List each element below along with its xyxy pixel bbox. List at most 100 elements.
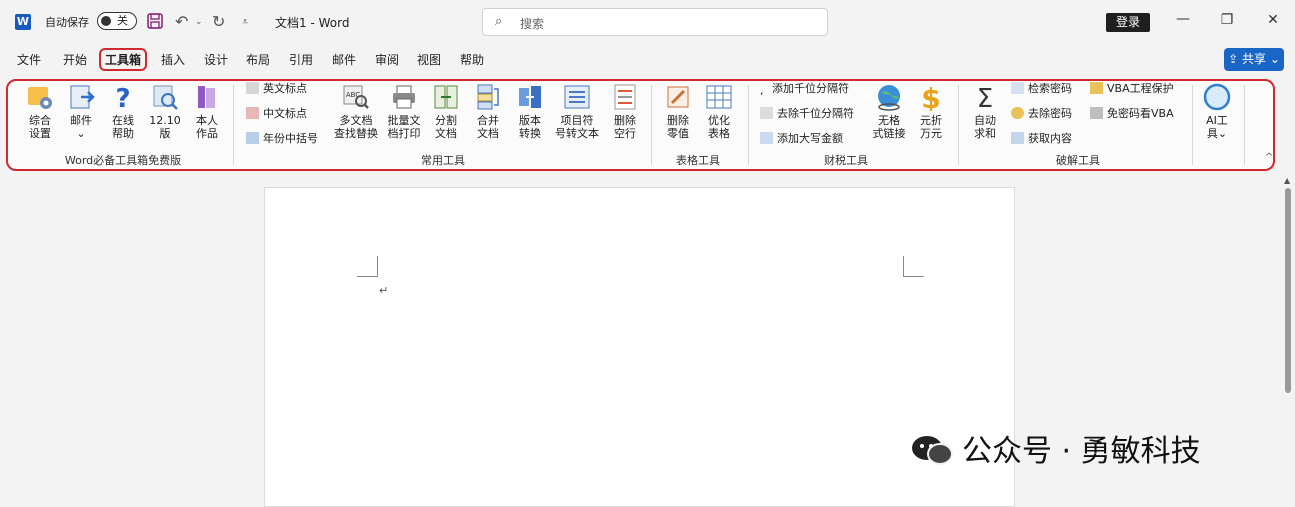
share-label: 共享 — [1241, 52, 1266, 66]
tab-references[interactable]: 引用 — [289, 51, 313, 68]
delete-zero-values-button[interactable]: 删除 零值 — [661, 83, 695, 140]
btn-label: 档打印 — [387, 127, 421, 140]
toggle-knob — [101, 16, 111, 26]
restore-icon[interactable]: ❐ — [1217, 12, 1237, 28]
split-icon — [434, 85, 458, 109]
small-btn-label: 添加千位分隔符 — [772, 82, 849, 95]
watermark-text: 公众号 · 勇敏科技 — [962, 434, 1201, 469]
tab-insert[interactable]: 插入 — [161, 51, 185, 68]
multi-doc-find-replace-button[interactable]: ABC 多文档 查找替换 — [331, 83, 381, 140]
tab-mailings[interactable]: 邮件 — [332, 51, 356, 68]
btn-label: 查找替换 — [334, 127, 378, 140]
btn-label: AI工 — [1206, 114, 1228, 127]
tab-design[interactable]: 设计 — [204, 51, 228, 68]
general-settings-button[interactable]: 综合 设置 — [22, 83, 58, 140]
search-password-button[interactable]: 检索密码 — [1011, 81, 1072, 97]
globe-icon — [878, 85, 900, 111]
btn-label: 号转文本 — [555, 127, 599, 140]
search-box[interactable]: ⌕ 搜索 — [482, 8, 828, 36]
document-page[interactable]: ↵ — [264, 187, 1015, 507]
btn-label: 帮助 — [112, 127, 134, 140]
search-icon: ⌕ — [495, 14, 503, 29]
sigma-icon: Σ — [977, 84, 993, 111]
ribbon-toolbox: 综合 设置 邮件 ⌄ ? 在线 帮助 12.10 版 本人 作品 Word必备工 — [6, 79, 1275, 171]
tab-view[interactable]: 视图 — [417, 51, 441, 68]
mail-button[interactable]: 邮件 ⌄ — [64, 83, 98, 140]
comma-icon: , — [760, 84, 764, 97]
crop-mark-left — [357, 256, 378, 277]
group-divider — [958, 85, 959, 165]
add-thousands-separator-button[interactable]: , 添加千位分隔符 — [760, 81, 849, 97]
login-button[interactable]: 登录 — [1106, 13, 1150, 32]
version-convert-button[interactable]: 版本 转换 — [513, 83, 547, 140]
view-vba-without-password-button[interactable]: 免密码看VBA — [1090, 106, 1174, 122]
undo-icon[interactable]: ↶ — [175, 12, 188, 31]
auto-sum-button[interactable]: Σ 自动 求和 — [968, 83, 1002, 140]
autosave-label: 自动保存 — [45, 16, 89, 29]
btn-label: 综合 — [29, 114, 51, 127]
btn-label: 文档 — [477, 127, 499, 140]
btn-label: 版本 — [519, 114, 541, 127]
tab-layout[interactable]: 布局 — [246, 51, 270, 68]
version-button[interactable]: 12.10 版 — [146, 83, 184, 140]
btn-label: 无格 — [878, 114, 900, 127]
mail-icon — [70, 85, 95, 109]
autosave-toggle[interactable]: 关 — [97, 12, 137, 30]
scroll-up-icon[interactable]: ▲ — [1284, 176, 1290, 185]
search-placeholder: 搜索 — [520, 17, 545, 31]
magnifier-document-icon — [153, 85, 178, 110]
tab-help[interactable]: 帮助 — [460, 51, 484, 68]
customize-toolbar-icon[interactable]: ⩡ — [242, 15, 248, 29]
tab-review[interactable]: 审阅 — [375, 51, 399, 68]
btn-label: 项目符 — [560, 114, 594, 127]
btn-label: 表格 — [708, 127, 730, 140]
add-uppercase-amount-button[interactable]: 添加大写金额 — [760, 131, 843, 147]
btn-label: 在线 — [112, 114, 134, 127]
btn-label: 本人 — [196, 114, 218, 127]
btn-label: 零值 — [667, 127, 689, 140]
list-icon — [564, 85, 590, 109]
redo-icon[interactable]: ↻ — [212, 12, 225, 31]
chinese-punctuation-button[interactable]: 中文标点 — [246, 106, 307, 122]
get-content-button[interactable]: 获取内容 — [1011, 131, 1072, 147]
delete-empty-lines-button[interactable]: 删除 空行 — [608, 83, 642, 140]
tab-toolbox[interactable]: 工具箱 — [99, 48, 148, 71]
batch-print-button[interactable]: 批量文 档打印 — [384, 83, 424, 140]
ai-tools-button[interactable]: AI工 具⌄ — [1200, 83, 1234, 140]
optimize-table-button[interactable]: 优化 表格 — [702, 83, 736, 140]
close-icon[interactable]: ✕ — [1263, 12, 1283, 28]
document-title: 文档1 - Word — [275, 16, 350, 30]
eraser-icon — [667, 86, 689, 108]
svg-text:$: $ — [921, 83, 940, 111]
btn-label: 设置 — [29, 127, 51, 140]
vba-project-protect-button[interactable]: VBA工程保护 — [1090, 81, 1174, 97]
vertical-scrollbar[interactable]: ▲ — [1283, 176, 1293, 503]
remove-thousands-separator-button[interactable]: 去除千位分隔符 — [760, 106, 854, 122]
tab-file[interactable]: 文件 — [17, 51, 41, 68]
separator-icon — [760, 107, 773, 119]
remove-password-button[interactable]: 去除密码 — [1011, 106, 1072, 122]
year-brackets-button[interactable]: 年份中括号 — [246, 131, 318, 147]
btn-label: 式链接 — [872, 127, 906, 140]
group-label-table-tools: 表格工具 — [676, 154, 720, 167]
split-document-button[interactable]: 分割 文档 — [429, 83, 463, 140]
yuan-to-wan-button[interactable]: $ 元折 万元 — [914, 83, 948, 140]
bullet-to-text-button[interactable]: 项目符 号转文本 — [551, 83, 603, 140]
share-button[interactable]: ⇪ 共享 ⌄ — [1224, 48, 1284, 71]
merge-documents-button[interactable]: 合并 文档 — [471, 83, 505, 140]
group-divider — [651, 85, 652, 165]
save-icon[interactable] — [147, 13, 163, 29]
punctuation-icon — [246, 82, 259, 94]
english-punctuation-button[interactable]: 英文标点 — [246, 81, 307, 97]
collapse-ribbon-icon[interactable]: ^ — [1265, 152, 1273, 163]
scroll-thumb[interactable] — [1285, 188, 1291, 393]
my-works-button[interactable]: 本人 作品 — [190, 83, 224, 140]
undo-dropdown-icon[interactable]: ⌄ — [195, 17, 203, 27]
tab-home[interactable]: 开始 — [63, 51, 87, 68]
minimize-icon[interactable]: — — [1173, 11, 1193, 27]
content-icon — [1011, 132, 1024, 144]
online-help-button[interactable]: ? 在线 帮助 — [106, 83, 140, 140]
unformatted-link-button[interactable]: 无格 式链接 — [869, 83, 909, 140]
btn-label: ⌄ — [76, 127, 86, 140]
printer-icon — [393, 85, 415, 109]
